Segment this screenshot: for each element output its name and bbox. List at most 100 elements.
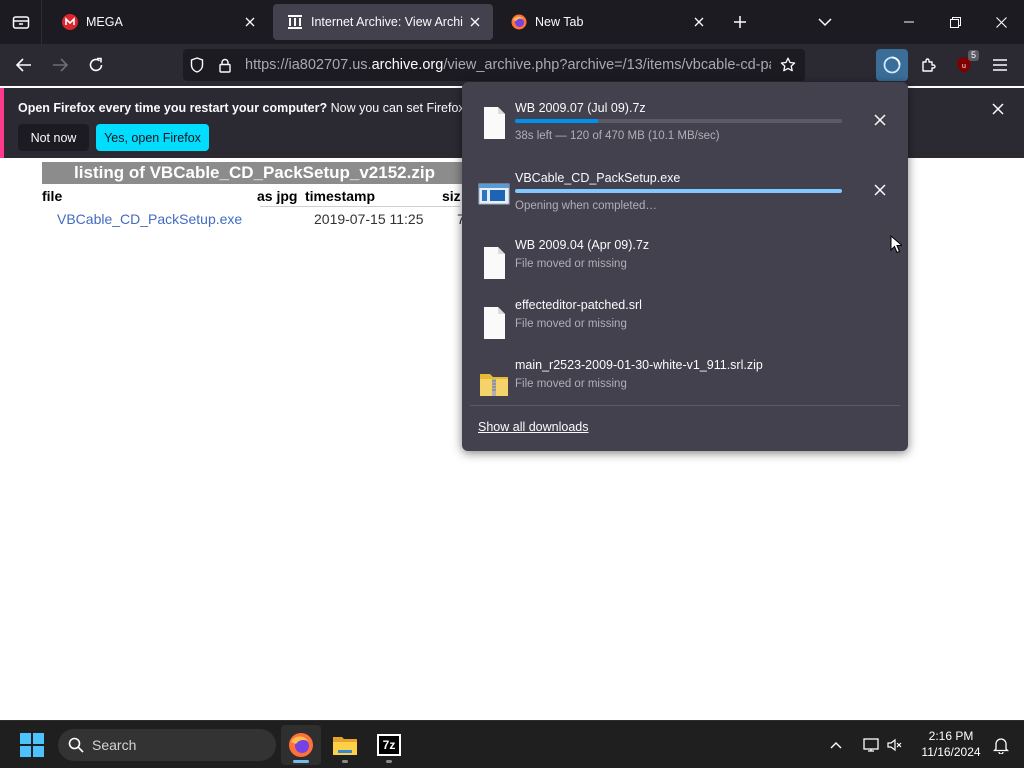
url-domain: archive.org: [371, 57, 444, 73]
reload-icon: [89, 57, 103, 72]
tab-internet-archive[interactable]: Internet Archive: View Archive: [273, 4, 493, 40]
forward-button[interactable]: [44, 49, 76, 81]
taskbar-search[interactable]: Search: [58, 729, 276, 761]
volume-muted-icon: [887, 738, 902, 752]
download-filename: main_r2523-2009-01-30-white-v1_911.srl.z…: [515, 358, 763, 372]
cancel-download-button[interactable]: [868, 108, 892, 132]
column-header-file: file: [42, 188, 63, 204]
taskbar-file-explorer[interactable]: [325, 725, 365, 765]
close-notification-button[interactable]: [986, 97, 1010, 121]
taskbar-7zip[interactable]: 7z: [369, 725, 409, 765]
bell-icon: [993, 738, 1009, 754]
close-window-button[interactable]: [978, 0, 1024, 44]
download-item[interactable]: WB 2009.04 (Apr 09).7z File moved or mis…: [470, 232, 900, 292]
url-prefix: https://ia802707.us.: [245, 57, 372, 73]
clock[interactable]: 2:16 PM 11/16/2024: [916, 728, 986, 760]
chevron-down-icon: [818, 17, 832, 26]
tab-title: MEGA: [86, 15, 123, 29]
restore-icon: [949, 16, 961, 28]
minimize-button[interactable]: [886, 0, 932, 44]
navigation-toolbar: https://ia802707.us.archive.org/view_arc…: [0, 44, 1024, 86]
download-status: File moved or missing: [515, 258, 627, 270]
url-path: /view_archive.php?archive=/13/items/vbca…: [443, 57, 771, 73]
new-tab-button[interactable]: [726, 8, 754, 36]
tab-title: New Tab: [535, 15, 584, 29]
download-filename: VBCable_CD_PackSetup.exe: [515, 171, 681, 185]
download-progress-bar: [515, 119, 842, 123]
close-tab-icon[interactable]: [238, 10, 262, 34]
download-status: 38s left — 120 of 470 MB (10.1 MB/sec): [515, 130, 720, 142]
download-filename: effecteditor-patched.srl: [515, 298, 642, 312]
yes-open-firefox-button[interactable]: Yes, open Firefox: [96, 124, 209, 151]
file-icon: [484, 247, 505, 279]
extension-badge: 5: [967, 50, 979, 61]
mega-icon: [62, 14, 78, 30]
chevron-up-icon: [830, 742, 842, 749]
download-item[interactable]: main_r2523-2009-01-30-white-v1_911.srl.z…: [470, 352, 900, 412]
running-indicator: [342, 760, 348, 763]
search-icon: [68, 737, 84, 753]
download-filename: WB 2009.04 (Apr 09).7z: [515, 238, 650, 252]
download-status: Opening when completed…: [515, 200, 657, 212]
folder-icon: [333, 737, 357, 755]
taskbar-firefox[interactable]: [281, 725, 321, 765]
download-filename: WB 2009.07 (Jul 09).7z: [515, 101, 646, 115]
not-now-button[interactable]: Not now: [18, 124, 89, 151]
cancel-download-button[interactable]: [868, 178, 892, 202]
back-button[interactable]: [8, 49, 40, 81]
quick-settings-button[interactable]: [855, 725, 911, 765]
bookmark-star-icon[interactable]: [771, 49, 805, 81]
extensions-button[interactable]: [912, 49, 944, 81]
show-all-downloads-button[interactable]: Show all downloads: [478, 420, 589, 434]
close-tab-icon[interactable]: [687, 10, 711, 34]
minimize-icon: [904, 21, 914, 23]
windows-logo-icon: [20, 733, 44, 757]
tracking-protection-icon[interactable]: [183, 49, 211, 81]
zip-folder-icon: [480, 374, 508, 396]
download-item[interactable]: WB 2009.07 (Jul 09).7z 38s left — 120 of…: [470, 92, 900, 152]
show-hidden-icons-button[interactable]: [818, 725, 854, 765]
taskbar: Search 7z 2:16 PM 11/16/2024: [0, 720, 1024, 768]
archive-icon: [287, 14, 303, 30]
clock-time: 2:16 PM: [928, 729, 974, 743]
reload-button[interactable]: [80, 49, 112, 81]
list-tabs-button[interactable]: [811, 8, 839, 36]
start-button[interactable]: [12, 725, 52, 765]
column-header-timestamp: timestamp: [305, 188, 376, 204]
notification-title: Open Firefox every time you restart your…: [18, 101, 328, 115]
tab-mega[interactable]: MEGA: [48, 4, 268, 40]
firefox-icon: [511, 14, 527, 30]
close-icon: [995, 16, 1007, 28]
svg-text:u: u: [962, 63, 966, 70]
notifications-button[interactable]: [985, 725, 1017, 765]
mouse-cursor-icon: [890, 235, 902, 254]
tab-manager-icon: [12, 16, 29, 29]
download-status: File moved or missing: [515, 378, 627, 390]
download-item[interactable]: effecteditor-patched.srl File moved or m…: [470, 292, 900, 352]
notification-body: Now you can set Firefox to o: [327, 101, 478, 115]
panel-divider: [470, 405, 900, 406]
search-placeholder: Search: [92, 737, 137, 753]
restore-button[interactable]: [932, 0, 978, 44]
download-progress-icon: [883, 56, 901, 74]
close-tab-icon[interactable]: [463, 10, 487, 34]
file-icon: [484, 307, 505, 339]
downloads-button[interactable]: [876, 49, 908, 81]
url-bar[interactable]: https://ia802707.us.archive.org/view_arc…: [183, 49, 805, 81]
tab-strip: MEGA Internet Archive: View Archive New …: [0, 0, 1024, 44]
active-indicator: [293, 760, 309, 763]
download-progress-bar: [515, 189, 842, 193]
app-menu-button[interactable]: [984, 49, 1016, 81]
lock-icon[interactable]: [211, 49, 239, 81]
file-link[interactable]: VBCable_CD_PackSetup.exe: [57, 211, 242, 227]
download-item[interactable]: VBCable_CD_PackSetup.exe Opening when co…: [470, 162, 900, 222]
exe-installer-icon: [478, 183, 510, 205]
download-status: File moved or missing: [515, 318, 627, 330]
running-indicator: [386, 760, 392, 763]
clock-date: 11/16/2024: [921, 745, 981, 759]
ublock-origin-button[interactable]: u 5: [948, 49, 980, 81]
list-all-tabs-button[interactable]: [0, 0, 42, 44]
hamburger-menu-icon: [993, 59, 1007, 71]
notification-message: Open Firefox every time you restart your…: [18, 101, 478, 115]
tab-new-tab[interactable]: New Tab: [497, 4, 717, 40]
